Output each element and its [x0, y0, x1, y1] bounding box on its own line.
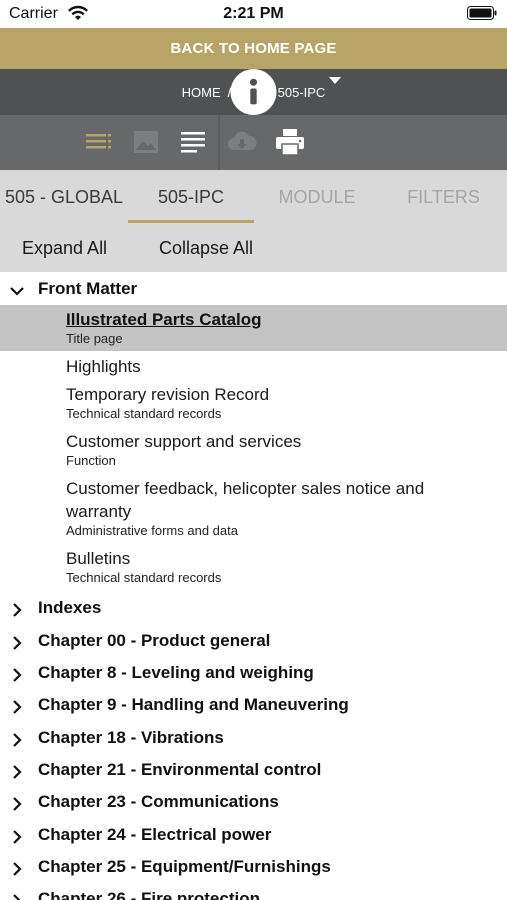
expand-all-button[interactable]: Expand All [22, 238, 107, 259]
section-label: Chapter 25 - Equipment/Furnishings [38, 857, 331, 876]
tree-section-chapter-23[interactable]: Chapter 23 - Communications [0, 786, 507, 818]
section-label: Front Matter [38, 279, 138, 298]
info-icon[interactable] [0, 69, 507, 115]
section-label: Chapter 24 - Electrical power [38, 825, 272, 844]
tree-section-chapter-00[interactable]: Chapter 00 - Product general [0, 625, 507, 657]
item-subtitle: Title page [66, 331, 123, 346]
print-icon[interactable] [274, 126, 306, 158]
chevron-right-icon [13, 700, 22, 714]
cloud-download-icon[interactable] [226, 126, 258, 158]
tab-505-ipc[interactable]: 505-IPC [128, 170, 254, 224]
tree-section-chapter-18[interactable]: Chapter 18 - Vibrations [0, 722, 507, 754]
tree-item[interactable]: Bulletins Technical standard records [66, 547, 496, 586]
tree-section-chapter-8[interactable]: Chapter 8 - Leveling and weighing [0, 657, 507, 689]
item-subtitle: Administrative forms and data [66, 523, 238, 538]
item-title: Bulletins [66, 549, 131, 568]
tree-item[interactable]: Customer support and services Function [66, 430, 496, 469]
item-title: Illustrated Parts Catalog [66, 310, 262, 329]
chevron-right-icon [13, 862, 22, 876]
tab-filters[interactable]: FILTERS [380, 170, 507, 224]
tree-section-chapter-24[interactable]: Chapter 24 - Electrical power [0, 819, 507, 851]
item-title: Customer feedback, helicopter sales noti… [66, 479, 425, 498]
item-title-continued: warranty [66, 502, 132, 521]
section-label: Chapter 8 - Leveling and weighing [38, 663, 314, 682]
tab-module[interactable]: MODULE [254, 170, 380, 224]
tab-505-global[interactable]: 505 - GLOBAL [0, 170, 128, 224]
tree-section-chapter-26[interactable]: Chapter 26 - Fire protection [0, 883, 507, 900]
section-label: Chapter 18 - Vibrations [38, 728, 224, 747]
tree-actions: Expand All Collapse All [0, 224, 507, 272]
back-to-home-button[interactable]: BACK TO HOME PAGE [0, 28, 507, 69]
item-subtitle: Technical standard records [66, 570, 222, 585]
toolbar [0, 115, 507, 170]
tree-section-chapter-9[interactable]: Chapter 9 - Handling and Maneuvering [0, 689, 507, 721]
section-label: Chapter 21 - Environmental control [38, 760, 322, 779]
chevron-right-icon [13, 733, 22, 747]
section-label: Chapter 9 - Handling and Maneuvering [38, 695, 349, 714]
item-title: Customer support and services [66, 432, 302, 451]
section-label: Chapter 23 - Communications [38, 792, 279, 811]
toolbar-divider [218, 115, 220, 170]
chevron-right-icon [13, 636, 22, 650]
tree-item[interactable]: Highlights [66, 355, 496, 378]
tree-item[interactable]: Illustrated Parts Catalog Title page [66, 308, 496, 347]
item-title: Temporary revision Record [66, 385, 270, 404]
chevron-right-icon [13, 668, 22, 682]
tree-section-chapter-21[interactable]: Chapter 21 - Environmental control [0, 754, 507, 786]
tab-bar: 505 - GLOBAL 505-IPC MODULE FILTERS [0, 170, 507, 224]
chevron-right-icon [13, 603, 22, 617]
status-bar: Carrier 2:21 PM [0, 0, 507, 28]
tree-section-chapter-25[interactable]: Chapter 25 - Equipment/Furnishings [0, 851, 507, 883]
active-tab-indicator [128, 220, 254, 223]
collapse-all-button[interactable]: Collapse All [159, 238, 253, 259]
battery-icon [467, 6, 497, 20]
section-label: Chapter 00 - Product general [38, 631, 271, 650]
tree-item[interactable]: Temporary revision Record Technical stan… [66, 383, 496, 422]
tree-section-front-matter[interactable]: Front Matter [0, 272, 507, 304]
chevron-right-icon [13, 894, 21, 900]
item-subtitle: Technical standard records [66, 406, 222, 421]
text-view-icon[interactable] [177, 126, 209, 158]
back-to-home-label: BACK TO HOME PAGE [170, 40, 337, 57]
tree-item[interactable]: Customer feedback, helicopter sales noti… [66, 477, 496, 539]
list-view-icon[interactable] [83, 126, 115, 158]
section-label: Indexes [38, 598, 102, 617]
status-time: 2:21 PM [223, 5, 284, 22]
chevron-right-icon [13, 830, 22, 844]
item-title: Highlights [66, 357, 141, 376]
section-label: Chapter 26 - Fire protection [38, 889, 260, 900]
item-subtitle: Function [66, 453, 116, 468]
image-view-icon[interactable] [130, 126, 162, 158]
tree-section-indexes[interactable]: Indexes [0, 592, 507, 624]
chevron-right-icon [13, 797, 22, 811]
chevron-down-icon [10, 287, 24, 296]
chevron-right-icon [13, 765, 22, 779]
